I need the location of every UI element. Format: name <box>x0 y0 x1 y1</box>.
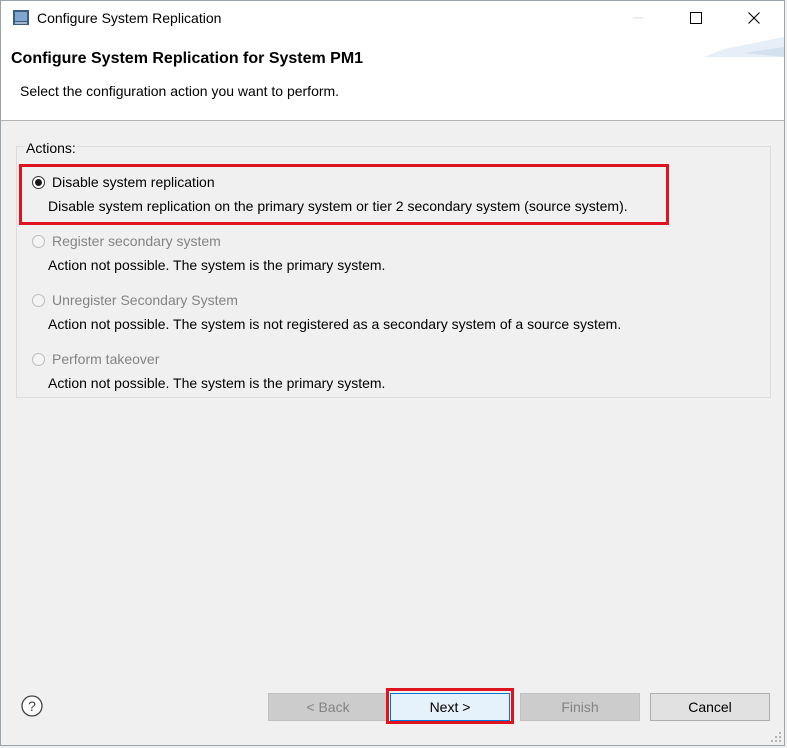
selected-option-highlight <box>19 164 669 225</box>
page-title: Configure System Replication for System … <box>11 50 364 67</box>
maximize-button[interactable] <box>667 1 725 35</box>
close-button[interactable] <box>725 1 783 35</box>
app-icon <box>13 10 29 25</box>
unregister-secondary-label[interactable]: Unregister Secondary System <box>52 292 238 308</box>
resize-grip-icon[interactable] <box>770 731 782 743</box>
next-button-highlight <box>386 688 514 724</box>
actions-group-label: Actions: <box>25 140 77 156</box>
title-bar[interactable]: Configure System Replication <box>1 1 784 35</box>
close-icon <box>748 12 760 24</box>
wizard-header: Configure System Replication for System … <box>1 35 784 121</box>
svg-text:?: ? <box>28 698 36 714</box>
minimize-icon <box>633 17 643 19</box>
back-button[interactable]: < Back <box>268 693 388 721</box>
page-description: Select the configuration action you want… <box>20 83 340 99</box>
help-icon[interactable]: ? <box>21 695 43 717</box>
maximize-icon <box>690 12 702 24</box>
perform-takeover-radio[interactable] <box>32 353 45 366</box>
dialog-window: Configure System Replication Configure S… <box>0 0 785 746</box>
cancel-button[interactable]: Cancel <box>650 693 770 721</box>
window-title: Configure System Replication <box>37 10 222 26</box>
register-secondary-label[interactable]: Register secondary system <box>52 233 221 249</box>
unregister-secondary-radio[interactable] <box>32 294 45 307</box>
perform-takeover-label[interactable]: Perform takeover <box>52 351 159 367</box>
perform-takeover-description: Action not possible. The system is the p… <box>48 375 386 391</box>
register-secondary-description: Action not possible. The system is the p… <box>48 257 386 273</box>
unregister-secondary-description: Action not possible. The system is not r… <box>48 316 622 332</box>
header-banner-graphic <box>704 37 784 57</box>
finish-button[interactable]: Finish <box>520 693 640 721</box>
register-secondary-radio[interactable] <box>32 235 45 248</box>
minimize-button[interactable] <box>609 1 667 35</box>
